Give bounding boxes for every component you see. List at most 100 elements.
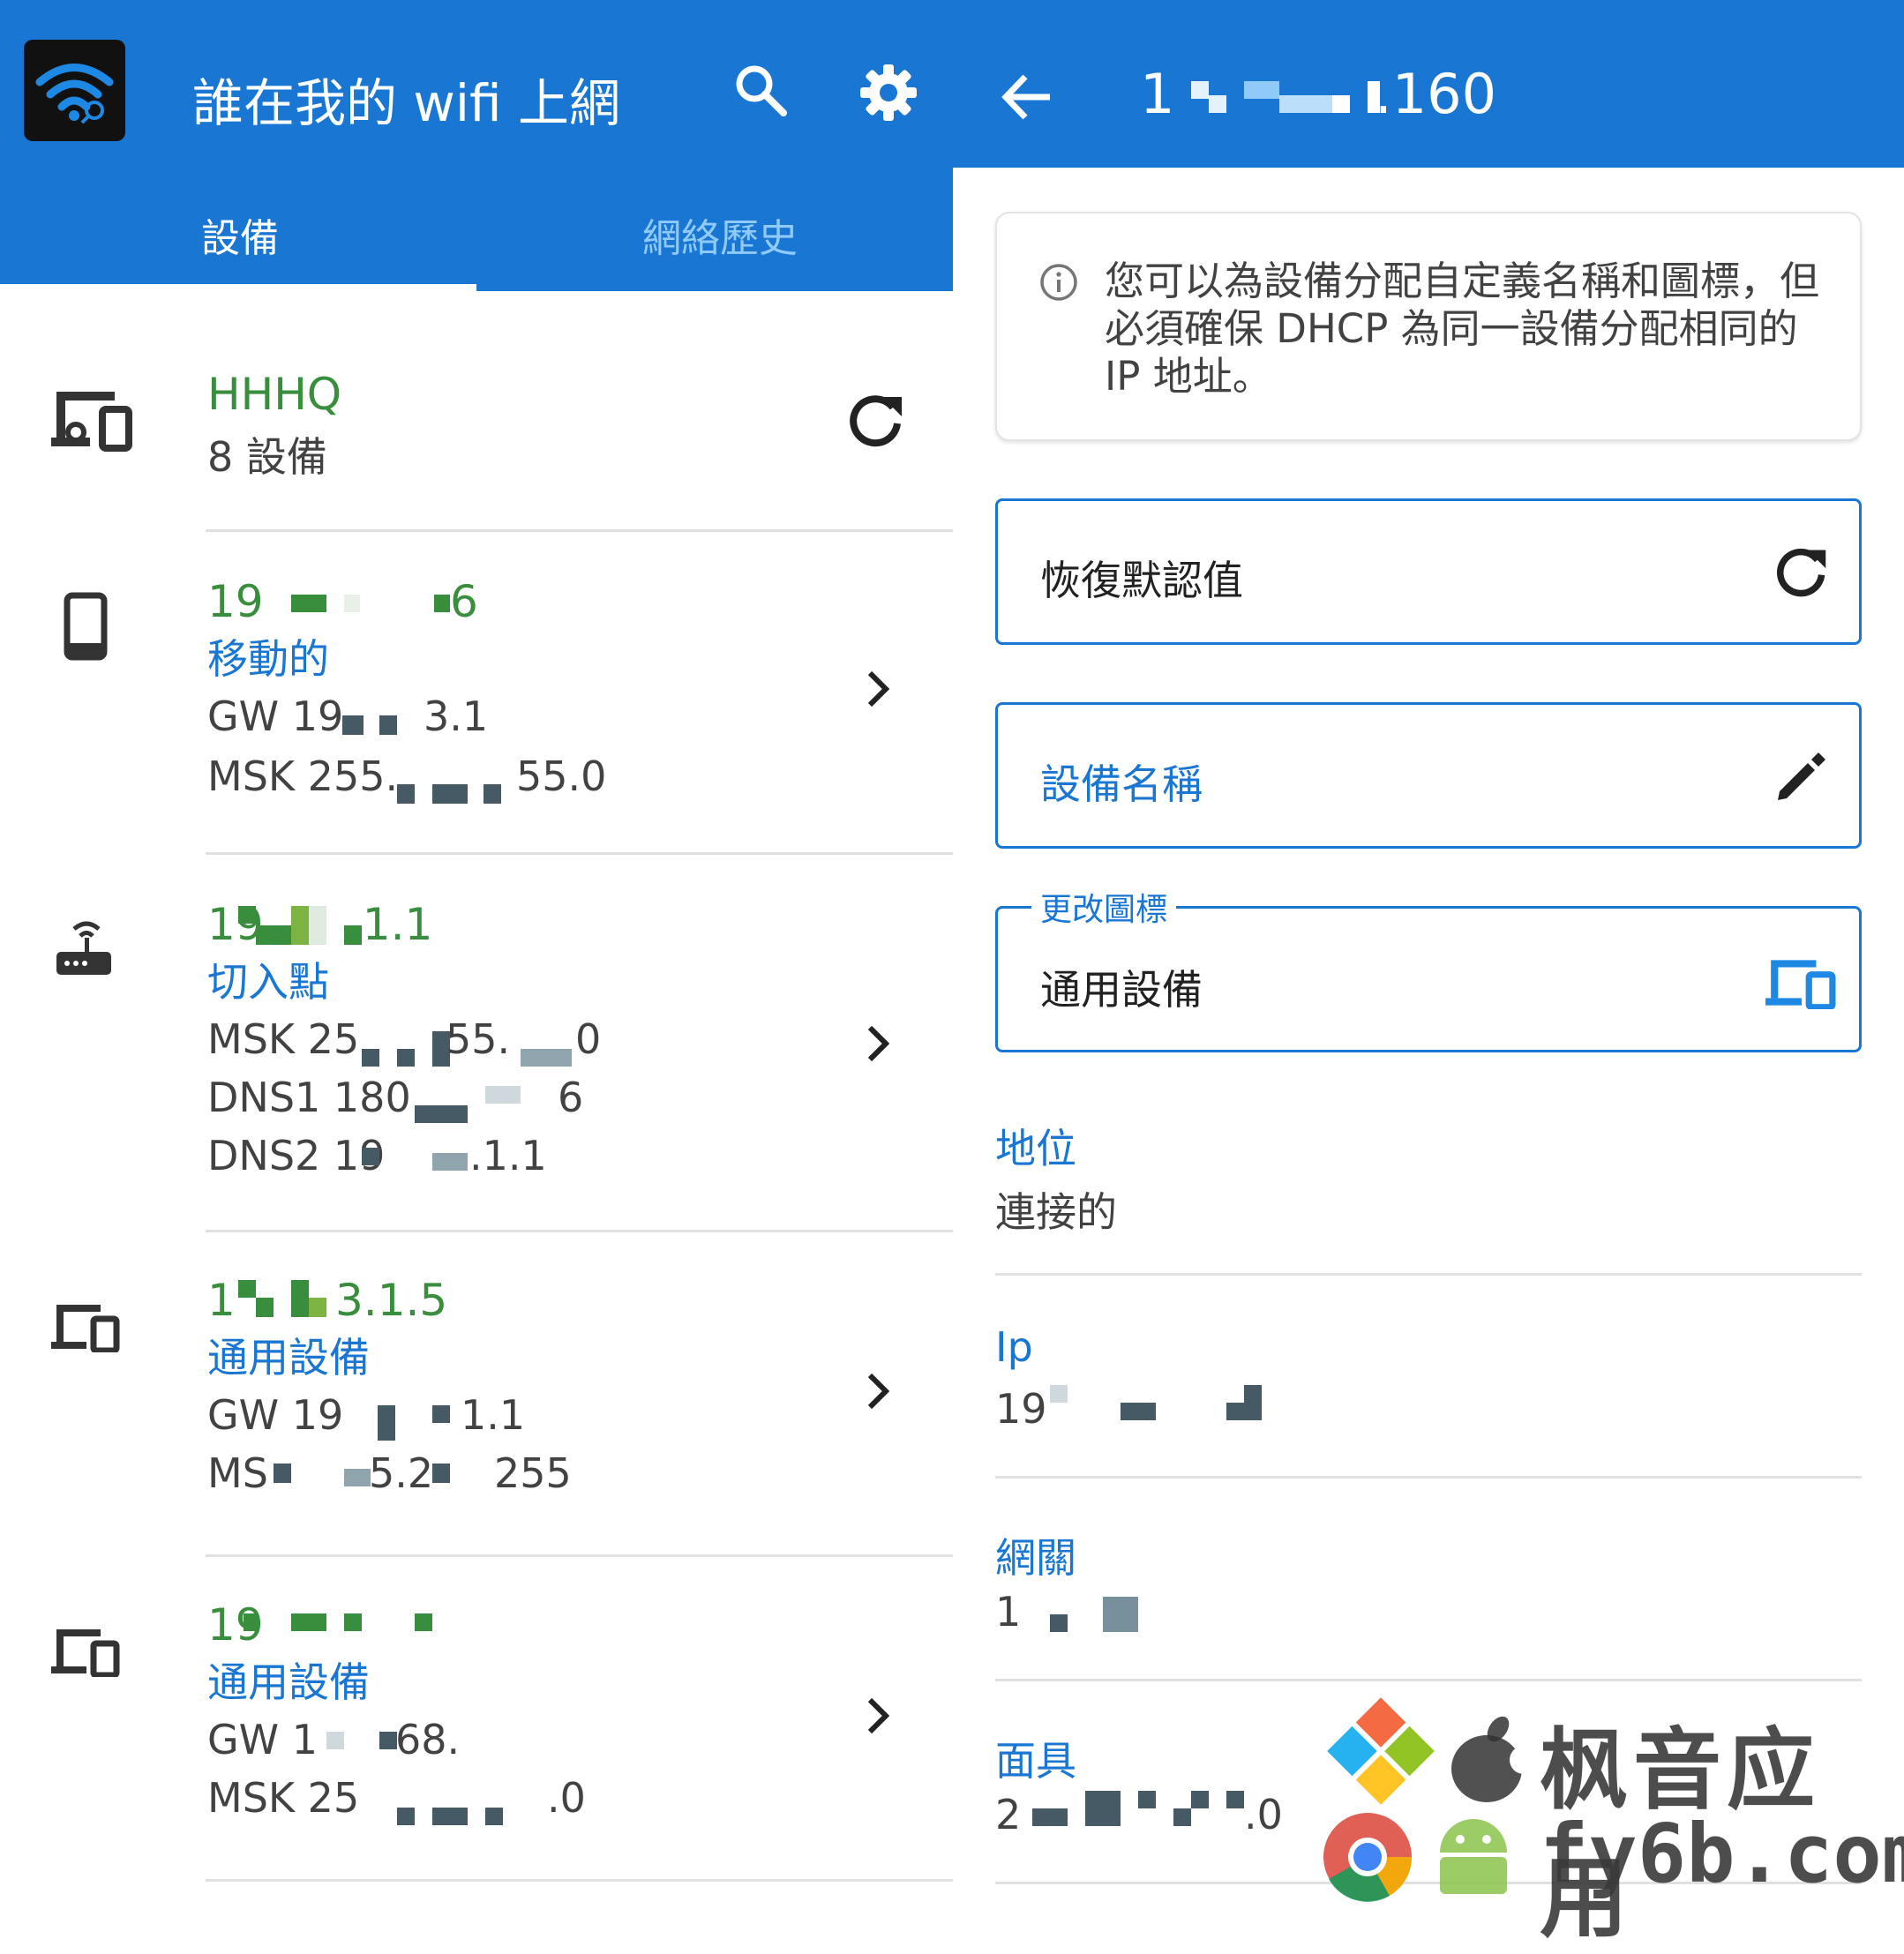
device-gateway-end: 3.1 bbox=[424, 693, 489, 740]
refresh-button[interactable] bbox=[847, 390, 905, 448]
pixelated-mask bbox=[485, 1086, 521, 1104]
pixelated-mask bbox=[1209, 95, 1226, 113]
device-type: 移動的 bbox=[207, 635, 329, 683]
mask-value: 2 bbox=[995, 1791, 1022, 1838]
smartphone-icon bbox=[64, 592, 108, 664]
settings-button[interactable] bbox=[858, 62, 919, 124]
router-icon bbox=[55, 917, 113, 982]
gear-icon bbox=[860, 64, 917, 121]
device-row[interactable]: 1 3.1.5 通用設備 GW 19 1.1 MS 5.2 255 bbox=[0, 1232, 953, 1554]
device-row[interactable]: 19 通用設備 GW 1 68. MSK 25 .0 bbox=[0, 1557, 953, 1879]
pixelated-mask bbox=[1050, 1385, 1068, 1403]
info-icon bbox=[1039, 263, 1078, 305]
chevron-right-icon bbox=[865, 670, 891, 712]
divider bbox=[995, 1476, 1862, 1479]
device-mask-end: .0 bbox=[547, 1774, 586, 1822]
refresh-icon bbox=[850, 395, 902, 447]
device-gateway: GW 19 bbox=[207, 1391, 344, 1439]
device-gateway: GW 19 bbox=[207, 693, 344, 740]
tab-devices-label: 設備 bbox=[201, 216, 279, 261]
arrow-back-icon bbox=[1001, 74, 1050, 120]
device-row[interactable]: 19 .1.1 切入點 MSK 25 55. 0 DNS1 180 6 DNS2… bbox=[0, 855, 953, 1230]
watermark: 枫音应用 fy6b.com bbox=[1315, 1694, 1904, 1950]
edit-icon bbox=[1773, 749, 1829, 809]
pixelated-mask bbox=[1173, 1808, 1191, 1826]
device-type: 通用設備 bbox=[207, 1658, 370, 1706]
device-name-field[interactable]: 設備名稱 bbox=[995, 702, 1862, 849]
pixelated-mask bbox=[432, 784, 468, 804]
pixelated-mask bbox=[397, 784, 415, 804]
device-mask-end: 55.0 bbox=[516, 752, 607, 800]
restore-defaults-button[interactable]: 恢復默認值 bbox=[995, 498, 1862, 645]
mask-value-end: .0 bbox=[1244, 1791, 1283, 1838]
gateway-value: 1 bbox=[995, 1588, 1022, 1636]
devices-other-icon bbox=[51, 1303, 120, 1356]
pixelated-mask bbox=[379, 715, 397, 735]
device-row[interactable]: 19 6 移動的 GW 19 3.1 MSK 255. 55.0 bbox=[0, 532, 953, 854]
devices-other-icon bbox=[1765, 958, 1836, 1013]
device-mask: MS bbox=[207, 1449, 268, 1497]
pixelated-mask bbox=[1332, 95, 1350, 113]
pixelated-mask bbox=[238, 1280, 256, 1298]
tab-devices[interactable]: 設備 bbox=[0, 203, 476, 291]
chrome-logo-icon bbox=[1323, 1813, 1413, 1902]
pixelated-mask bbox=[1050, 1614, 1068, 1632]
pixelated-mask bbox=[1244, 81, 1279, 99]
device-mask: MSK 255. bbox=[207, 752, 399, 800]
pixelated-mask bbox=[1103, 1597, 1138, 1632]
pixelated-mask bbox=[1085, 1791, 1121, 1826]
device-dns2-end: .1.1 bbox=[469, 1132, 547, 1179]
device-mask-mid: 55. bbox=[446, 1015, 511, 1063]
pixelated-mask bbox=[485, 1808, 503, 1825]
search-icon bbox=[736, 65, 787, 116]
back-button[interactable] bbox=[997, 66, 1059, 128]
pixelated-mask bbox=[362, 1148, 379, 1165]
pixelated-mask bbox=[1121, 1403, 1156, 1420]
devices-icon bbox=[49, 388, 134, 455]
pixelated-mask bbox=[256, 925, 291, 945]
pixelated-mask bbox=[397, 1049, 415, 1067]
chevron-right-icon bbox=[865, 1696, 891, 1739]
network-name: HHHQ bbox=[207, 369, 342, 420]
device-dns1-end: 6 bbox=[558, 1074, 584, 1121]
search-button[interactable] bbox=[732, 62, 791, 120]
divider bbox=[995, 1273, 1862, 1276]
change-icon-field[interactable]: 更改圖標 通用設備 bbox=[995, 884, 1862, 1052]
pixelated-mask bbox=[379, 1732, 397, 1749]
pixelated-mask bbox=[291, 906, 309, 945]
device-dns1: DNS1 180 bbox=[207, 1074, 411, 1121]
pixelated-mask bbox=[434, 595, 450, 612]
device-mask: MSK 25 bbox=[207, 1774, 360, 1822]
change-icon-label: 更改圖標 bbox=[1031, 884, 1177, 930]
device-dns2: DNS2 19 bbox=[207, 1132, 386, 1179]
wifi-search-icon bbox=[35, 64, 114, 124]
windows-logo-icon bbox=[1327, 1697, 1435, 1805]
divider bbox=[206, 1879, 953, 1882]
watermark-text-url: fy6b.com bbox=[1540, 1807, 1904, 1901]
network-summary: HHHQ 8 設備 bbox=[0, 353, 953, 529]
status-value: 連接的 bbox=[995, 1188, 1117, 1236]
device-ip-end: 3.1.5 bbox=[335, 1275, 448, 1326]
mask-label: 面具 bbox=[995, 1737, 1076, 1785]
pixelated-mask bbox=[344, 1469, 371, 1486]
change-icon-value: 通用設備 bbox=[1040, 966, 1203, 1014]
devices-other-icon bbox=[51, 1628, 120, 1681]
pixelated-mask bbox=[291, 1613, 326, 1631]
gateway-label: 網關 bbox=[995, 1534, 1076, 1582]
pixelated-mask bbox=[291, 1280, 309, 1317]
refresh-icon bbox=[1774, 543, 1829, 602]
device-count: 8 設備 bbox=[207, 433, 327, 481]
status-label: 地位 bbox=[995, 1125, 1076, 1172]
pixelated-mask bbox=[1032, 1808, 1068, 1826]
android-logo-icon bbox=[1440, 1819, 1507, 1894]
device-mask-end: 0 bbox=[575, 1015, 602, 1063]
pixelated-mask bbox=[397, 1808, 415, 1825]
pixelated-mask bbox=[1191, 81, 1209, 99]
chevron-right-icon bbox=[865, 1024, 891, 1067]
tab-network-history[interactable]: 網絡歷史 bbox=[476, 203, 953, 291]
device-mask: MSK 25 bbox=[207, 1015, 360, 1063]
chevron-right-icon bbox=[865, 1372, 891, 1414]
pixelated-mask bbox=[415, 1105, 468, 1123]
detail-title-end: .160 bbox=[1375, 62, 1497, 126]
pixelated-mask bbox=[309, 906, 326, 945]
